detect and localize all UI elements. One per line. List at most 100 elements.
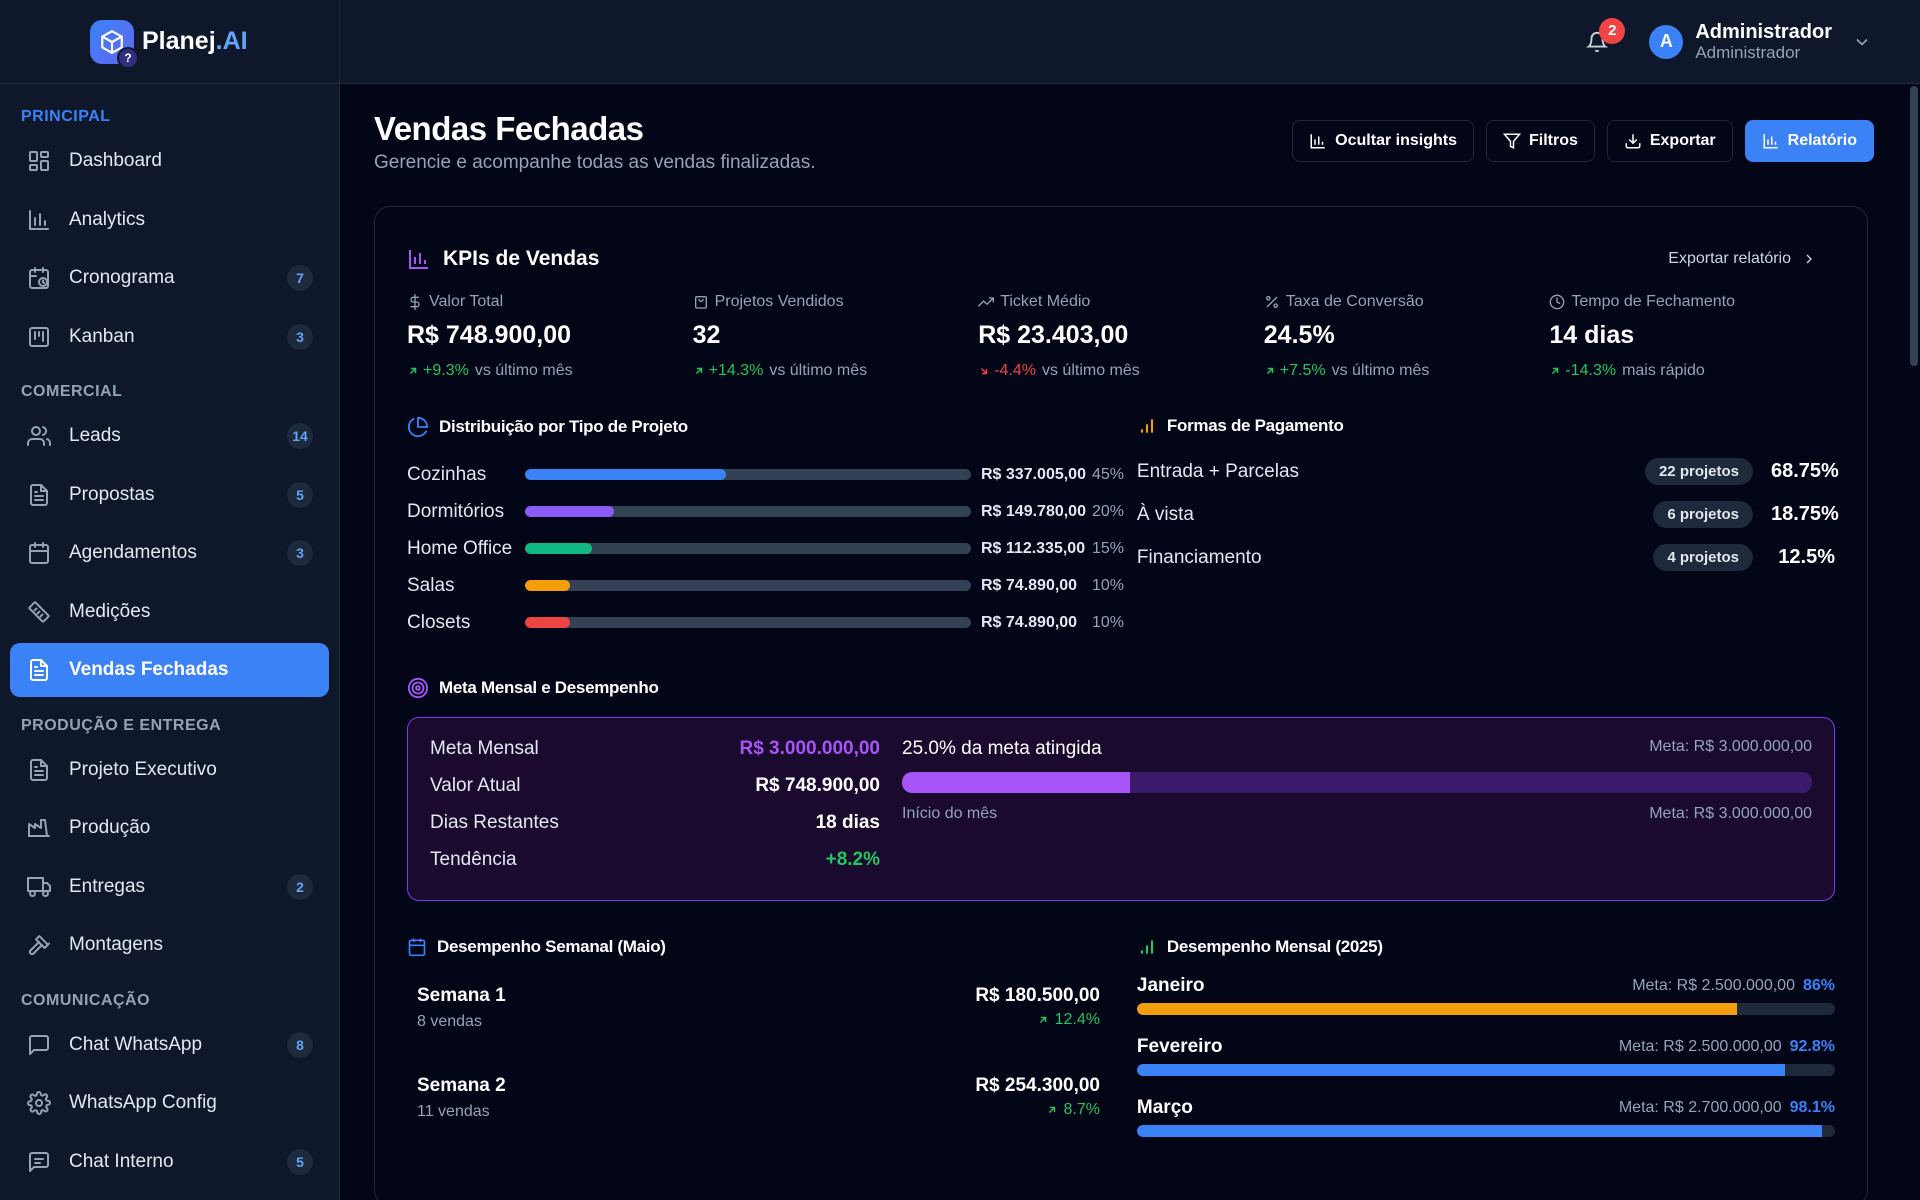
goal-value: 18 dias xyxy=(815,812,880,833)
distribution-row: Dormitórios R$ 149.780,00 20% xyxy=(407,493,1137,530)
factory-icon xyxy=(26,815,52,841)
goal-label: Tendência xyxy=(430,849,517,870)
goal-start-label: Início do mês xyxy=(902,805,998,822)
user-menu[interactable]: Administrador Administrador xyxy=(1695,21,1832,63)
sidebar-item-propostas[interactable]: Propostas 5 xyxy=(10,468,329,522)
sidebar-item-label: Agendamentos xyxy=(69,542,197,563)
page-content: Vendas Fechadas Gerencie e acompanhe tod… xyxy=(340,84,1908,1200)
goal-progress-bar xyxy=(902,772,1812,793)
sidebar-item-entregas[interactable]: Entregas 2 xyxy=(10,860,329,914)
month-meta: Meta: R$ 2.700.000,00 xyxy=(1618,1099,1782,1116)
sidebar-item-whatsapp-config[interactable]: WhatsApp Config xyxy=(10,1076,329,1130)
export-report-link[interactable]: Exportar relatório xyxy=(1668,250,1817,268)
sidebar-item-leads[interactable]: Leads 14 xyxy=(10,409,329,463)
hammer-icon xyxy=(26,932,52,958)
arrow-up-right-icon xyxy=(695,367,702,375)
week-name: Semana 1 xyxy=(417,985,506,1006)
export-button[interactable]: Exportar xyxy=(1606,120,1733,162)
goal-value: R$ 748.900,00 xyxy=(755,775,880,796)
sidebar-section-label: COMUNICAÇÃO xyxy=(21,991,151,1009)
calendar-icon xyxy=(29,542,49,564)
notifications-button[interactable]: 2 xyxy=(1579,17,1626,60)
goal-row: Tendência +8.2% xyxy=(430,849,880,886)
goal-section: Meta Mensal e Desempenho Meta Mensal R$ … xyxy=(407,677,1835,901)
sidebar-item-label: Cronograma xyxy=(69,267,175,288)
distribution-value: R$ 74.890,00 xyxy=(981,576,1078,594)
distribution-value: R$ 149.780,00 xyxy=(981,502,1086,520)
sidebar-item-label: Medições xyxy=(69,600,151,622)
page-subtitle: Gerencie e acompanhe todas as vendas fin… xyxy=(374,152,816,173)
sidebar-section-label: PRINCIPAL xyxy=(21,108,111,125)
payment-percent: 18.75% xyxy=(1771,503,1839,525)
chevron-down-icon[interactable] xyxy=(1852,32,1872,52)
calendar-clock-icon xyxy=(26,265,52,291)
logo[interactable]: ? Planej.AI xyxy=(0,0,339,84)
distribution-title: Distribuição por Tipo de Projeto xyxy=(439,417,688,436)
kpi-label: Taxa de Conversão xyxy=(1285,293,1424,310)
month-percent: 92.8% xyxy=(1789,1038,1835,1055)
month-name: Fevereiro xyxy=(1136,1036,1223,1057)
distribution-section: Distribuição por Tipo de Projeto Cozinha… xyxy=(407,416,1137,641)
report-button[interactable]: Relatório xyxy=(1744,120,1874,162)
sidebar-item-analytics[interactable]: Analytics xyxy=(10,193,329,247)
payment-label: Financiamento xyxy=(1136,546,1262,568)
sidebar-item-vendas-fechadas[interactable]: Vendas Fechadas xyxy=(10,643,329,697)
distribution-bar-fill xyxy=(525,469,726,480)
goal-row: Valor Atual R$ 748.900,00 xyxy=(430,775,880,812)
download-icon xyxy=(1625,134,1641,149)
sidebar-item-label: Kanban xyxy=(69,325,135,347)
sidebar-item-kanban[interactable]: Kanban 3 xyxy=(10,310,329,364)
bar-chart-icon xyxy=(1310,134,1325,149)
week-row[interactable]: Semana 2 11 vendas R$ 254.300,00 8.7% xyxy=(407,1075,1110,1165)
count-badge: 14 xyxy=(287,423,313,449)
kanban-icon xyxy=(29,326,49,347)
monthly-section: Desempenho Mensal (2025) Janeiro Meta: R… xyxy=(1136,937,1835,1165)
week-sales: 8 vendas xyxy=(417,1013,482,1030)
kpi-value: 14 dias xyxy=(1549,321,1635,349)
sidebar-item-chat-whatsapp[interactable]: Chat WhatsApp 8 xyxy=(10,1018,329,1072)
month-meta: Meta: R$ 2.500.000,00 xyxy=(1618,1038,1782,1055)
clock-icon xyxy=(1550,294,1565,310)
payment-percent: 12.5% xyxy=(1778,546,1835,568)
kpi-note: vs último mês xyxy=(474,362,573,379)
sidebar-section-label: PRODUÇÃO E ENTREGA xyxy=(21,716,222,734)
distribution-bar xyxy=(525,506,971,517)
chat-icon xyxy=(29,1034,49,1055)
filters-button[interactable]: Filtros xyxy=(1485,120,1595,162)
sidebar-item-projeto-executivo[interactable]: Projeto Executivo xyxy=(10,743,329,797)
kpi-note: vs último mês xyxy=(769,362,868,379)
week-row[interactable]: Semana 1 8 vendas R$ 180.500,00 12.4% xyxy=(407,985,1110,1075)
sidebar-item-cronograma[interactable]: Cronograma 7 xyxy=(10,251,329,305)
payment-row: Entrada + Parcelas 22 projetos 68.75% xyxy=(1136,450,1839,493)
distribution-value: R$ 112.335,00 xyxy=(981,539,1086,557)
month-progress-fill xyxy=(1136,1003,1738,1015)
scrollbar[interactable] xyxy=(1908,84,1920,1200)
logo-cube-icon: ? xyxy=(90,19,139,69)
signal-bars-icon xyxy=(1140,940,1153,954)
sidebar-item-agendamentos[interactable]: Agendamentos 3 xyxy=(10,526,329,580)
distribution-bar-fill xyxy=(525,543,592,554)
arrow-up-right-icon xyxy=(1266,367,1274,375)
week-change: 8.7% xyxy=(1063,1101,1100,1118)
scrollbar-thumb[interactable] xyxy=(1910,86,1918,366)
dollar-icon xyxy=(410,294,420,310)
hide-insights-button[interactable]: Ocultar insights xyxy=(1292,120,1474,162)
sidebar-item-medicoes[interactable]: Medições xyxy=(10,585,329,639)
sidebar-item-montagens[interactable]: Montagens xyxy=(10,918,329,972)
sidebar-item-label: Entregas xyxy=(69,875,146,897)
distribution-percent: 45% xyxy=(1092,465,1125,483)
payment-label: Entrada + Parcelas xyxy=(1136,460,1300,482)
sidebar-item-producao[interactable]: Produção xyxy=(10,801,329,855)
week-value: R$ 254.300,00 xyxy=(975,1075,1100,1096)
distribution-label: Closets xyxy=(407,612,471,633)
kpi-item: Ticket Médio R$ 23.403,00 -4.4% vs último… xyxy=(978,293,1264,380)
truck-icon xyxy=(26,874,52,900)
month-name: Março xyxy=(1136,1097,1193,1118)
month-progress-fill xyxy=(1136,1125,1822,1137)
sidebar-item-chat-interno[interactable]: Chat Interno 5 xyxy=(10,1135,329,1189)
distribution-bar-fill xyxy=(525,617,570,628)
chevron-right-icon xyxy=(1806,254,1812,264)
avatar[interactable]: A xyxy=(1649,24,1684,59)
sidebar-item-dashboard[interactable]: Dashboard xyxy=(10,134,329,188)
kpi-label: Tempo de Fechamento xyxy=(1571,293,1736,310)
